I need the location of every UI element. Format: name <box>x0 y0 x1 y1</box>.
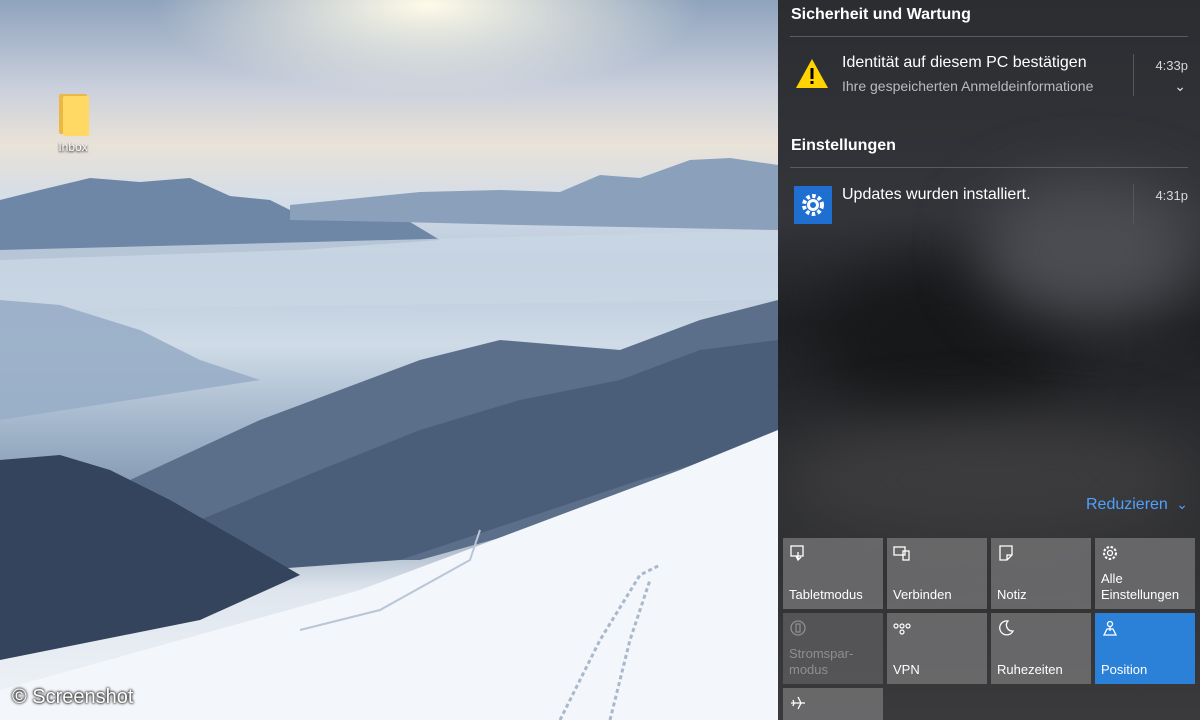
chevron-down-icon[interactable]: ⌄ <box>1174 78 1186 95</box>
notification-subtitle: Ihre gespeicherten Anmeldeinformatione <box>842 78 1094 94</box>
section-divider <box>790 167 1188 168</box>
section-title-security: Sicherheit und Wartung <box>791 6 971 23</box>
gear-icon <box>794 186 832 224</box>
quick-action-airplane-mode[interactable] <box>783 688 883 720</box>
quick-action-connect[interactable]: Verbinden <box>887 538 987 609</box>
quick-action-location[interactable]: Position <box>1095 613 1195 684</box>
note-icon <box>999 545 1013 561</box>
action-center-panel: Sicherheit und Wartung Identität auf die… <box>778 0 1200 720</box>
notification-title: Identität auf diesem PC bestätigen <box>842 54 1087 71</box>
airplane-icon <box>791 696 805 710</box>
quick-action-tablet-mode[interactable]: Tabletmodus <box>783 538 883 609</box>
notification-updates[interactable]: Updates wurden installiert. 4:31p <box>778 182 1200 228</box>
chevron-down-icon: ⌄ <box>1176 496 1188 512</box>
quick-action-vpn[interactable]: VPN <box>887 613 987 684</box>
quick-action-label: Ruhezeiten <box>997 662 1063 677</box>
tablet-mode-icon <box>790 545 804 562</box>
warning-icon <box>796 59 828 88</box>
notification-time: 4:33p <box>1155 58 1188 73</box>
location-icon <box>1102 620 1118 636</box>
quick-action-all-settings[interactable]: Alle Einstellungen <box>1095 538 1195 609</box>
collapse-label: Reduzieren <box>1085 496 1168 513</box>
battery-saver-icon <box>790 620 806 636</box>
notification-title: Updates wurden installiert. <box>842 186 1031 203</box>
quick-action-label: Position <box>1101 662 1148 677</box>
screenshot-watermark: © Screenshot <box>12 686 134 708</box>
desktop-icon-inbox[interactable]: Inbox <box>48 92 98 154</box>
notification-separator <box>1133 184 1134 224</box>
settings-icon <box>1103 546 1117 560</box>
quick-action-label: VPN <box>893 662 920 677</box>
desktop-wallpaper: Inbox © Screenshot <box>0 0 778 720</box>
quick-action-quiet-hours[interactable]: Ruhezeiten <box>991 613 1091 684</box>
quick-action-label: Verbinden <box>893 587 952 602</box>
moon-icon <box>999 620 1015 636</box>
quick-action-note[interactable]: Notiz <box>991 538 1091 609</box>
mountain-landscape <box>0 0 778 720</box>
section-title-settings: Einstellungen <box>791 137 896 154</box>
section-divider <box>790 36 1188 37</box>
collapse-quick-actions-button[interactable]: Reduzieren ⌄ <box>1086 496 1188 514</box>
quick-action-label: Stromspar- modus <box>789 646 854 677</box>
notification-identity[interactable]: Identität auf diesem PC bestätigen Ihre … <box>778 50 1200 100</box>
quick-action-battery-saver[interactable]: Stromspar- modus <box>783 613 883 684</box>
quick-action-label: Tabletmodus <box>789 587 863 602</box>
quick-action-label: Notiz <box>997 587 1027 602</box>
desktop-icon-label: Inbox <box>58 140 88 154</box>
quick-action-label: Alle Einstellungen <box>1101 571 1180 602</box>
notification-time: 4:31p <box>1155 188 1188 203</box>
connect-icon <box>893 546 910 561</box>
folder-icon <box>57 92 89 136</box>
vpn-icon <box>893 623 911 635</box>
notification-separator <box>1133 54 1134 96</box>
